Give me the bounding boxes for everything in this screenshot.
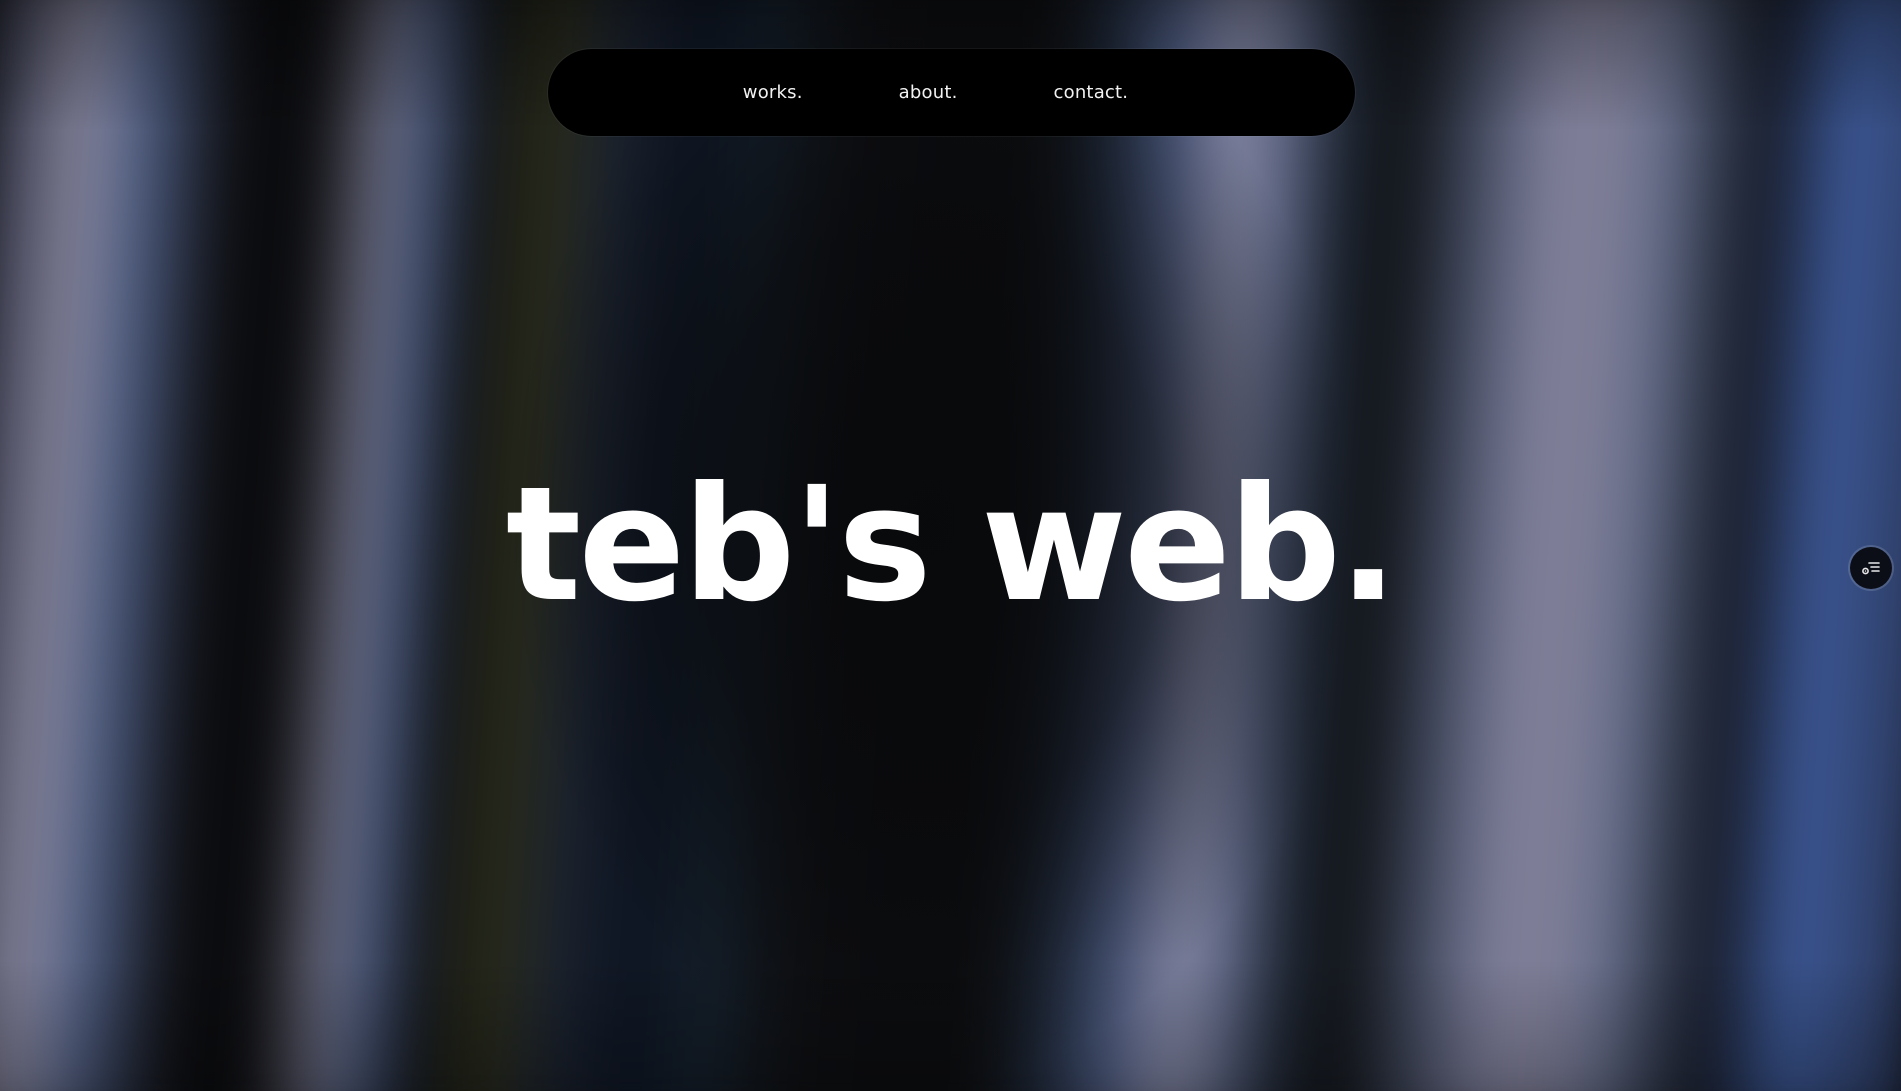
settings-list-icon [1860, 557, 1882, 579]
nav-link-works[interactable]: works. [743, 82, 803, 103]
page: works. about. contact. teb's web. [0, 0, 1901, 1091]
hero-title: teb's web. [505, 453, 1398, 637]
side-widget-button[interactable] [1850, 547, 1892, 589]
nav-link-about[interactable]: about. [899, 82, 958, 103]
nav-link-contact[interactable]: contact. [1054, 82, 1129, 103]
top-navbar: works. about. contact. [548, 49, 1355, 136]
nav-links: works. about. contact. [743, 82, 1128, 103]
